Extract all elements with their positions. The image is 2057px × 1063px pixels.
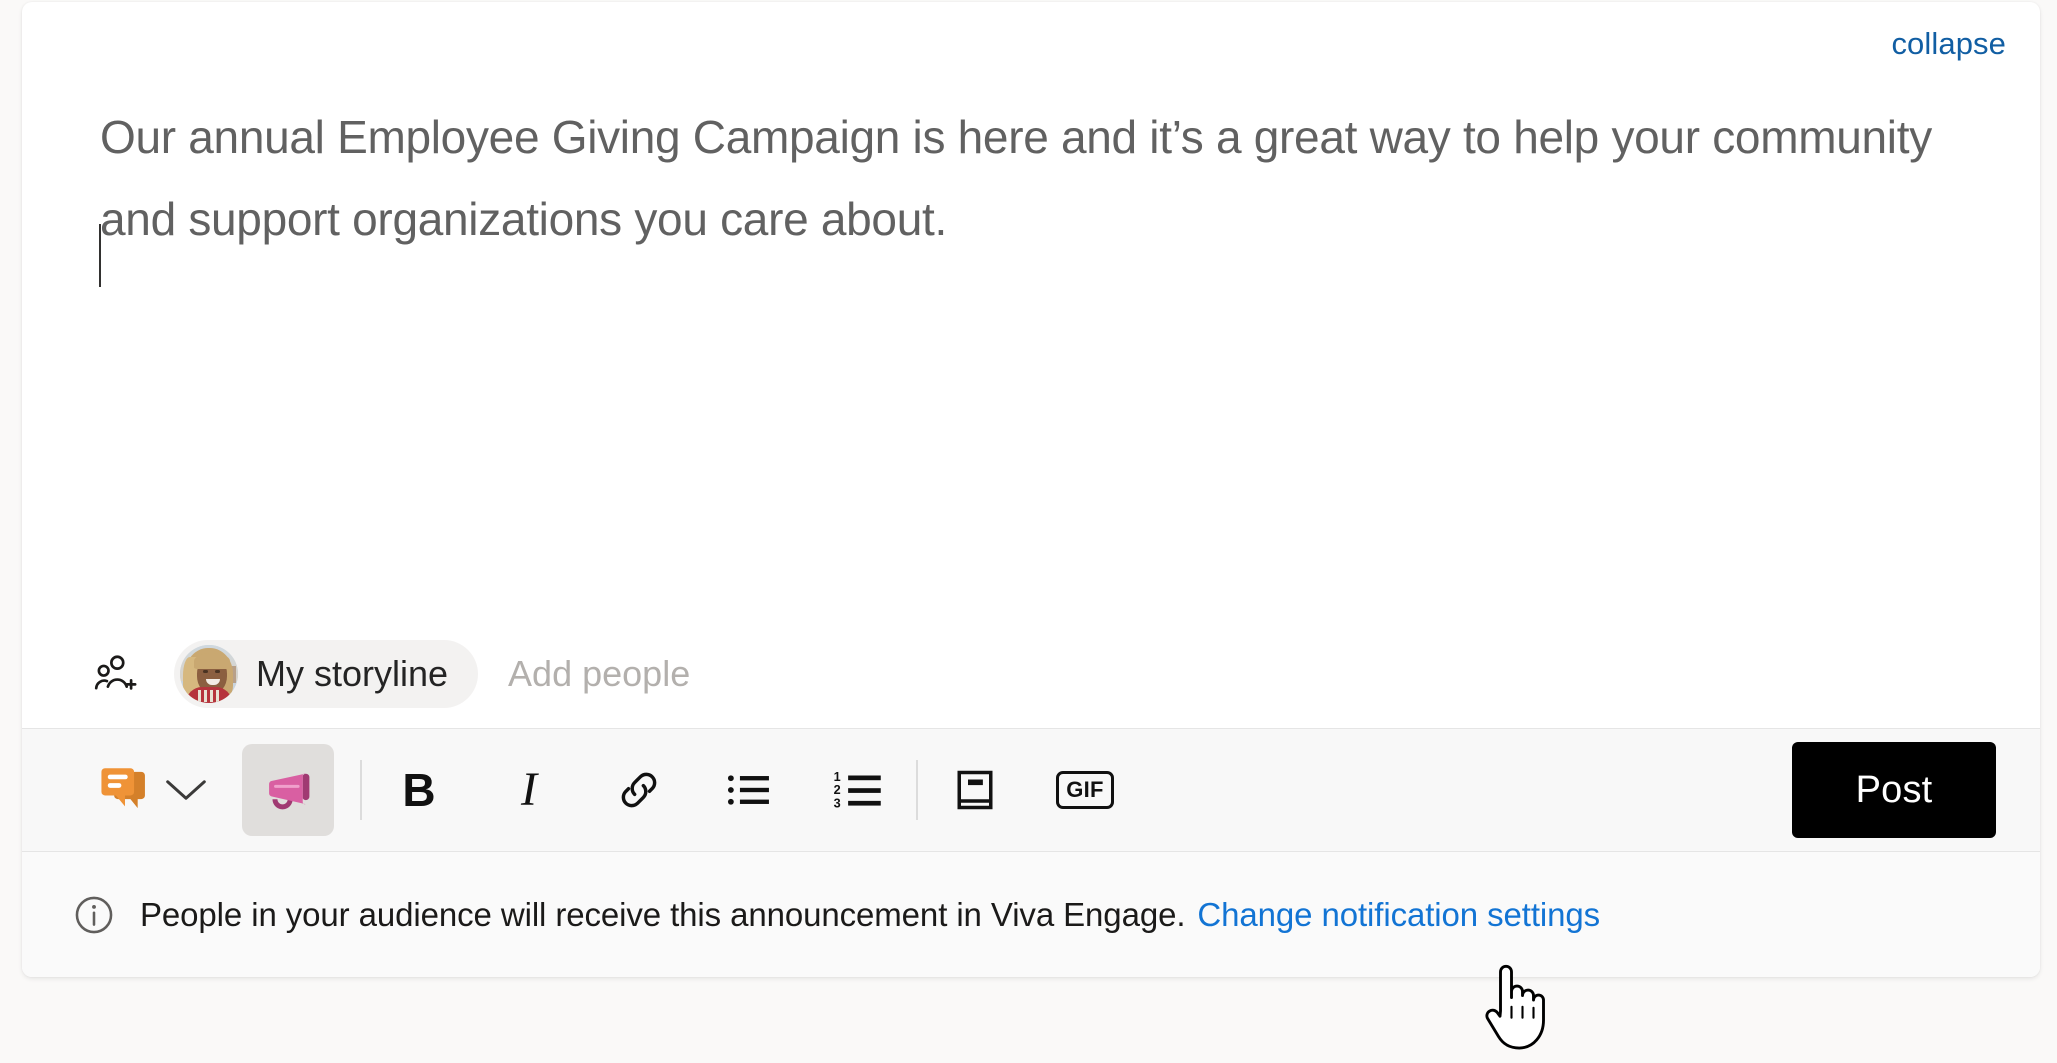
add-people-input[interactable]: Add people xyxy=(508,653,690,695)
svg-text:3: 3 xyxy=(834,796,841,810)
post-button[interactable]: Post xyxy=(1792,742,1996,838)
add-people-icon[interactable] xyxy=(92,651,138,697)
toolbar-divider-2 xyxy=(916,760,918,820)
composer-toolbar: B I 1 2 3 GIF Post xyxy=(22,728,2040,852)
change-notification-settings-link[interactable]: Change notification settings xyxy=(1197,896,1600,934)
gif-button[interactable]: GIF xyxy=(1054,759,1116,821)
italic-button[interactable]: I xyxy=(498,759,560,821)
composer-card: collapse Our annual Employee Giving Camp… xyxy=(22,2,2040,977)
post-body-text[interactable]: Our annual Employee Giving Campaign is h… xyxy=(100,72,1980,260)
audience-pill-my-storyline[interactable]: My storyline xyxy=(174,640,479,708)
chevron-down-icon[interactable] xyxy=(160,759,212,821)
audience-row: My storyline Add people xyxy=(22,620,2040,728)
numbered-list-icon[interactable]: 1 2 3 xyxy=(828,759,890,821)
info-circle-icon xyxy=(72,893,116,937)
toolbar-divider-1 xyxy=(360,760,362,820)
composer-header: collapse xyxy=(22,2,2040,72)
link-icon[interactable] xyxy=(608,759,670,821)
notification-bar: People in your audience will receive thi… xyxy=(22,852,2040,977)
svg-text:1: 1 xyxy=(834,770,841,784)
audience-name-label: My storyline xyxy=(256,653,449,694)
italic-label: I xyxy=(521,763,537,816)
gif-label: GIF xyxy=(1056,771,1114,809)
post-editor-region[interactable]: Our annual Employee Giving Campaign is h… xyxy=(22,72,2040,620)
collapse-link[interactable]: collapse xyxy=(1891,28,2006,59)
notification-message: People in your audience will receive thi… xyxy=(140,895,1186,933)
announcement-icon[interactable] xyxy=(242,744,334,836)
avatar xyxy=(180,645,238,703)
bold-button[interactable]: B xyxy=(388,759,450,821)
bold-label: B xyxy=(402,764,436,816)
bulleted-list-icon[interactable] xyxy=(718,759,780,821)
book-icon[interactable] xyxy=(944,759,1006,821)
discussion-icon[interactable] xyxy=(94,759,156,821)
svg-text:2: 2 xyxy=(834,783,841,797)
